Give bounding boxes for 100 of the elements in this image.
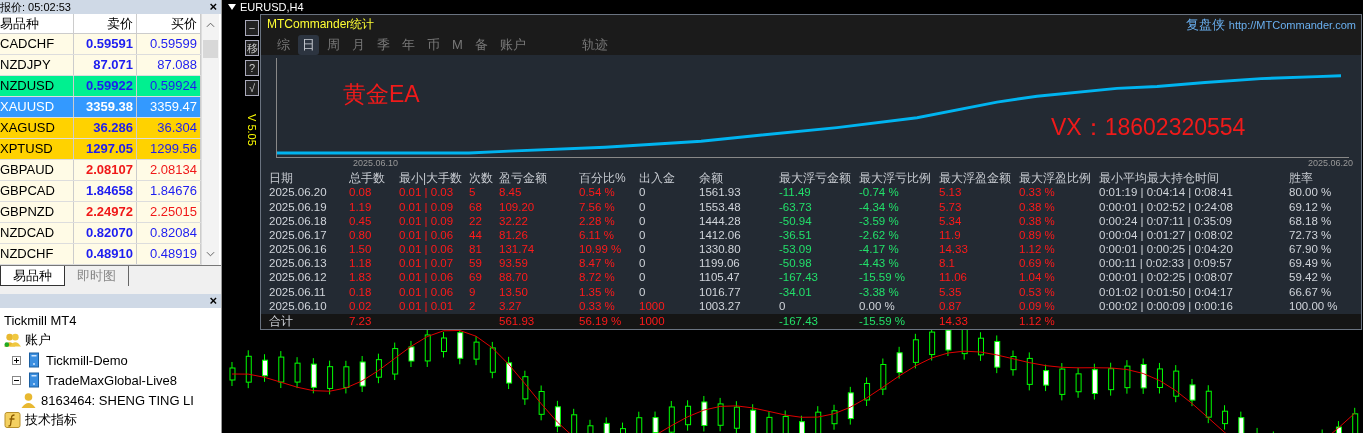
tree-item[interactable]: 账户 <box>25 331 51 349</box>
symbol-cell: NZDUSD <box>0 76 74 96</box>
table-cell-text: 0.53 % <box>1019 284 1056 299</box>
table-cell-text: 0.01 | 0.06 <box>399 227 455 243</box>
table-cell-text: -63.73 <box>779 199 813 214</box>
dropdown-icon[interactable] <box>228 4 236 10</box>
table-cell-text: 69.49 % <box>1289 256 1333 271</box>
column-header: 次数 <box>469 171 494 186</box>
total-cell-text: 14.33 <box>939 314 969 329</box>
panel-title: MTCommander统计 <box>267 16 375 34</box>
table-cell-text: 5.34 <box>939 213 963 228</box>
tab[interactable]: 日 <box>298 34 319 55</box>
table-cell-text: 88.70 <box>499 270 529 285</box>
tab[interactable]: 综 <box>273 34 294 55</box>
tab[interactable]: 币 <box>423 34 444 55</box>
tree-item[interactable]: 8163464: SHENG TING LI <box>41 392 194 408</box>
price-text: 0.82070 <box>86 225 133 240</box>
tab[interactable]: 周 <box>323 34 344 55</box>
table-cell-text: 8.47 % <box>579 256 616 271</box>
table-cell-text: 93.59 <box>499 256 529 271</box>
table-cell-text: 80.00 % <box>1289 185 1333 200</box>
tree-item[interactable]: TradeMaxGlobal-Live8 <box>46 372 178 388</box>
table-cell-text: 2025.06.16 <box>269 242 328 257</box>
tab[interactable]: 易品种 <box>0 266 65 286</box>
table-cell-text: 2025.06.10 <box>269 298 328 313</box>
table-cell-text: 1330.80 <box>699 242 742 257</box>
price-text: 1.84658 <box>86 183 133 198</box>
table-cell-text: 0:00:11 | 0:02:33 | 0:09:57 <box>1099 256 1233 271</box>
tree-item[interactable]: 技术指标 <box>25 411 77 429</box>
tab[interactable]: 月 <box>348 34 369 55</box>
table-cell-text: -36.51 <box>779 227 813 243</box>
user-icon <box>20 392 37 408</box>
table-cell-text: 0 <box>639 213 647 228</box>
table-cell-text: 1000 <box>639 298 666 313</box>
table-cell-text: 1412.06 <box>699 227 742 243</box>
tab[interactable]: M <box>448 36 467 54</box>
table-cell-text: 109.20 <box>499 199 536 214</box>
quote-row[interactable]: XAGUSD 36.286 36.304 <box>0 118 201 139</box>
quote-row[interactable]: CADCHF 0.59591 0.59599 <box>0 34 201 55</box>
table-cell-text: 10.99 % <box>579 242 623 257</box>
table-cell-text: -2.62 % <box>859 227 900 243</box>
panel-button[interactable]: 移 <box>245 40 259 56</box>
scroll-thumb[interactable] <box>203 40 218 58</box>
brand-label: 复盘侠 <box>1186 16 1226 32</box>
quote-row[interactable]: NZDUSD 0.59922 0.59924 <box>0 76 201 97</box>
tab[interactable]: 账户 <box>495 34 530 55</box>
table-cell-text: 0.45 <box>349 213 373 228</box>
table-cell-text: 2025.06.20 <box>269 185 328 200</box>
table-cell-text: 0:00:02 | 0:00:09 | 0:00:16 <box>1099 298 1234 313</box>
quote-row[interactable]: NZDCHF 0.48910 0.48919 <box>0 244 201 265</box>
table-cell-text: 5.35 <box>939 284 963 299</box>
table-cell-text: -0.74 % <box>859 185 900 200</box>
quote-row[interactable]: GBPCAD 1.84658 1.84676 <box>0 181 201 202</box>
panel-button[interactable]: ? <box>245 60 259 76</box>
symbol-cell: XPTUSD <box>0 139 74 159</box>
table-cell-text: 1561.93 <box>699 185 742 200</box>
tab[interactable]: 备 <box>470 34 492 55</box>
table-cell-text: -3.59 % <box>859 213 900 228</box>
table-cell-text: 6.11 % <box>579 227 615 243</box>
tree-item[interactable]: Tickmill-Demo <box>46 352 128 368</box>
table-cell-text: 1105.47 <box>699 270 741 285</box>
tab[interactable]: 季 <box>373 34 394 55</box>
column-header: 百分比% <box>579 171 627 186</box>
table-cell-text: 68.18 % <box>1289 213 1333 228</box>
panel-button[interactable]: √ <box>245 80 259 96</box>
quote-row[interactable]: NZDCAD 0.82070 0.82084 <box>0 223 201 244</box>
scrollbar[interactable] <box>201 14 219 265</box>
quote-row[interactable]: GBPNZD 2.24972 2.25015 <box>0 202 201 223</box>
table-cell-text: 0.69 % <box>1019 256 1056 271</box>
close-button[interactable]: × <box>209 294 217 308</box>
table-cell-text: 1553.48 <box>699 199 742 214</box>
expand-icon[interactable] <box>12 355 21 365</box>
scroll-down-icon[interactable] <box>206 251 215 257</box>
price-text: 87.071 <box>93 57 133 72</box>
table-cell-text: 2025.06.11 <box>269 284 327 299</box>
quote-row[interactable]: NZDJPY 87.071 87.088 <box>0 55 201 76</box>
collapse-icon[interactable] <box>12 375 21 385</box>
table-cell-text: 69.12 % <box>1289 199 1333 214</box>
table-cell-text: -15.59 % <box>859 270 907 285</box>
tab[interactable]: 轨迹 <box>577 34 612 55</box>
quote-row[interactable]: XPTUSD 1297.05 1299.56 <box>0 139 201 160</box>
table-cell-text: 9 <box>469 284 477 299</box>
tab[interactable]: 年 <box>398 34 419 55</box>
table-cell-text: 0.01 | 0.07 <box>399 256 455 271</box>
quote-row[interactable]: GBPAUD 2.08107 2.08134 <box>0 160 201 181</box>
website-link[interactable]: http://MTCommander.com <box>1228 18 1356 31</box>
tree-item[interactable]: Tickmill MT4 <box>4 312 77 328</box>
symbol-cell: GBPNZD <box>0 202 74 222</box>
users-icon <box>4 332 21 348</box>
table-cell-text: 2025.06.13 <box>269 256 328 271</box>
scroll-up-icon[interactable] <box>206 22 215 28</box>
panel-button[interactable]: − <box>245 20 259 36</box>
table-cell-text: 0.33 % <box>1019 185 1056 200</box>
table-cell-text: 8.1 <box>939 256 956 271</box>
table-cell-text: 2 <box>469 298 477 313</box>
table-cell-text: 1.83 <box>349 270 373 285</box>
column-header: 最小平均最大持仓时间 <box>1099 171 1220 186</box>
close-button[interactable]: × <box>209 0 217 14</box>
panel-title: 报价: 05:02:53 <box>0 0 71 15</box>
total-cell-text: -167.43 <box>779 314 819 329</box>
